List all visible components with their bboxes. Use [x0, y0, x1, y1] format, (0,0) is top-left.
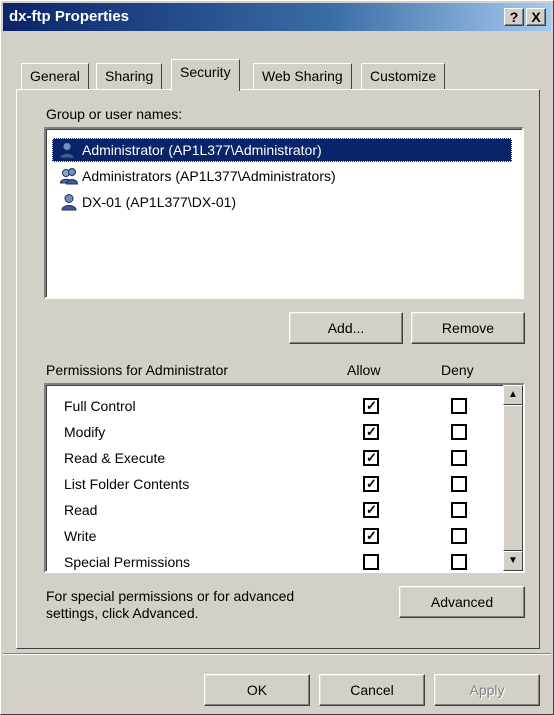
user-name: Administrator (AP1L377\Administrator): [82, 142, 322, 158]
user-name: Administrators (AP1L377\Administrators): [82, 168, 336, 184]
permission-row: Full Control ✓: [46, 393, 486, 419]
window-title: dx-ftp Properties: [9, 8, 130, 25]
allow-checkbox[interactable]: ✓: [363, 450, 379, 466]
allow-checkbox[interactable]: [363, 554, 379, 570]
tab-security[interactable]: Security: [171, 59, 240, 91]
permission-row: Modify ✓: [46, 419, 486, 445]
advanced-button[interactable]: Advanced: [399, 586, 525, 618]
add-button[interactable]: Add...: [289, 312, 403, 344]
user-list[interactable]: Administrator (AP1L377\Administrator) Ad…: [44, 127, 524, 299]
ok-button-label: OK: [246, 682, 268, 698]
permissions-list: Full Control ✓ Modify ✓ Read & Execute ✓…: [44, 383, 525, 573]
deny-checkbox[interactable]: [451, 554, 467, 570]
user-name: DX-01 (AP1L377\DX-01): [82, 194, 237, 210]
add-button-label: Add...: [327, 320, 365, 336]
tab-customize[interactable]: Customize: [361, 63, 446, 89]
list-item[interactable]: DX-01 (AP1L377\DX-01): [54, 190, 240, 214]
apply-button[interactable]: Apply: [434, 674, 540, 706]
permission-row: Write ✓: [46, 523, 486, 549]
cancel-button[interactable]: Cancel: [319, 674, 425, 706]
deny-column-header: Deny: [441, 362, 474, 378]
permission-name: Read & Execute: [64, 450, 166, 466]
scroll-up-icon[interactable]: ▲: [503, 385, 523, 405]
deny-checkbox[interactable]: [451, 476, 467, 492]
permission-row: List Folder Contents ✓: [46, 471, 486, 497]
deny-checkbox[interactable]: [451, 398, 467, 414]
tab-web-sharing[interactable]: Web Sharing: [253, 63, 352, 89]
user-icon: [59, 142, 75, 159]
scroll-thumb[interactable]: [503, 405, 523, 551]
help-button[interactable]: ?: [504, 8, 524, 26]
permission-name: Read: [64, 502, 98, 518]
remove-button[interactable]: Remove: [411, 312, 525, 344]
deny-checkbox[interactable]: [451, 502, 467, 518]
check-icon: ✓: [366, 476, 377, 491]
allow-checkbox[interactable]: ✓: [363, 476, 379, 492]
permissions-scrollbar[interactable]: ▲ ▼: [503, 385, 523, 571]
list-item[interactable]: Administrator (AP1L377\Administrator): [52, 138, 512, 162]
apply-button-label: Apply: [469, 682, 505, 698]
permission-row: Read & Execute ✓: [46, 445, 486, 471]
permission-name: Write: [64, 528, 97, 544]
check-icon: ✓: [366, 424, 377, 439]
advanced-help-text: For special permissions or for advanced …: [46, 588, 295, 621]
tab-general[interactable]: General: [21, 63, 89, 89]
group-or-user-names-label: Group or user names:: [46, 106, 183, 122]
check-icon: ✓: [366, 502, 377, 517]
check-icon: ✓: [366, 450, 377, 465]
user-icon: [61, 194, 77, 211]
scroll-down-icon[interactable]: ▼: [503, 551, 523, 571]
group-icon: [60, 168, 78, 185]
allow-checkbox[interactable]: ✓: [363, 528, 379, 544]
allow-checkbox[interactable]: ✓: [363, 424, 379, 440]
allow-checkbox[interactable]: ✓: [363, 398, 379, 414]
permission-name: Full Control: [64, 398, 136, 414]
permission-name: Modify: [64, 424, 106, 440]
list-item[interactable]: Administrators (AP1L377\Administrators): [54, 164, 340, 188]
allow-column-header: Allow: [347, 362, 381, 378]
permission-name: List Folder Contents: [64, 476, 190, 492]
deny-checkbox[interactable]: [451, 450, 467, 466]
deny-checkbox[interactable]: [451, 424, 467, 440]
properties-dialog: dx-ftp Properties ? X General Sharing Se…: [0, 0, 554, 715]
footer-separator: [3, 653, 551, 655]
remove-button-label: Remove: [441, 320, 495, 336]
permission-row: Read ✓: [46, 497, 486, 523]
ok-button[interactable]: OK: [204, 674, 310, 706]
cancel-button-label: Cancel: [350, 682, 394, 698]
close-button[interactable]: X: [526, 8, 546, 26]
deny-checkbox[interactable]: [451, 528, 467, 544]
permissions-for-label: Permissions for Administrator: [46, 362, 229, 378]
check-icon: ✓: [366, 398, 377, 413]
permission-name: Special Permissions: [64, 554, 191, 570]
check-icon: ✓: [366, 528, 377, 543]
permission-row: Special Permissions: [46, 549, 486, 571]
advanced-button-label: Advanced: [430, 594, 494, 610]
allow-checkbox[interactable]: ✓: [363, 502, 379, 518]
tab-sharing[interactable]: Sharing: [96, 63, 163, 89]
title-bar: dx-ftp Properties ? X: [3, 3, 551, 31]
